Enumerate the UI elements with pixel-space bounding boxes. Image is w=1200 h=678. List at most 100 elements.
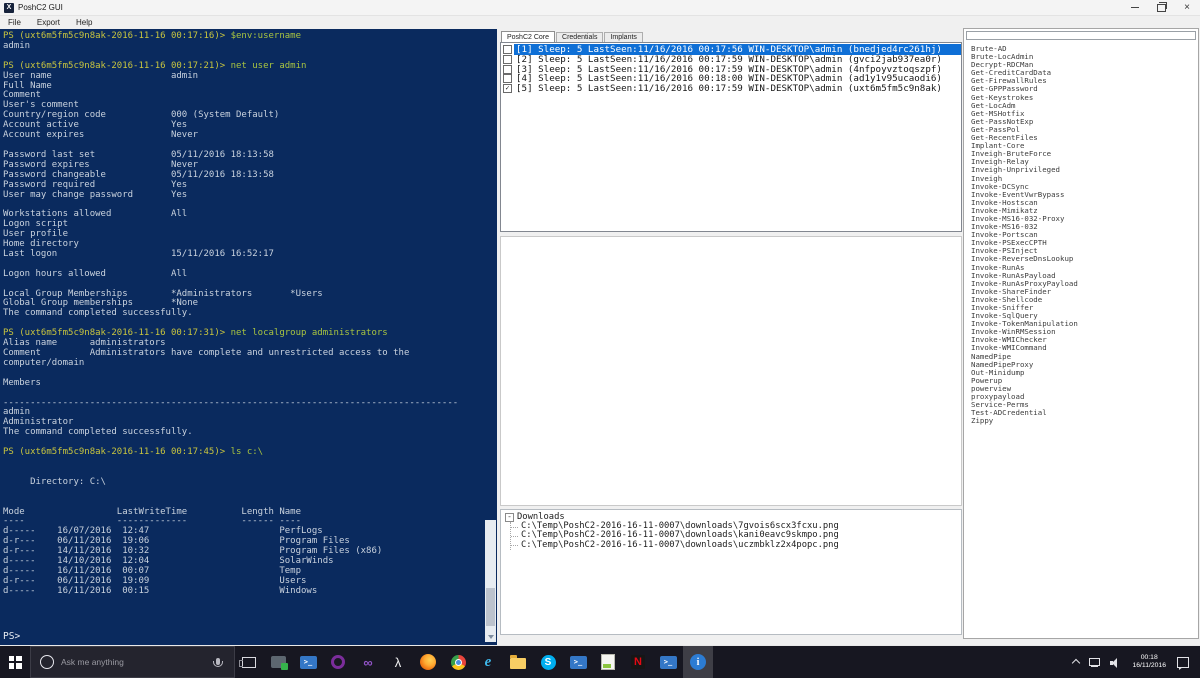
console-line: Logon script bbox=[3, 220, 484, 230]
taskbar-app-internet-explorer[interactable]: e bbox=[473, 646, 503, 678]
taskbar-app-powershell-3[interactable]: >_ bbox=[653, 646, 683, 678]
console-prompt-text: PS (uxt6m5fm5c9n8ak-2016-11-16 00:17:16)… bbox=[3, 31, 231, 41]
console-line: Workstations allowed All bbox=[3, 210, 484, 220]
implant-row[interactable]: ✓[5] Sleep: 5 LastSeen:11/16/2016 00:17:… bbox=[501, 84, 961, 94]
taskbar-app-netflix[interactable]: N bbox=[623, 646, 653, 678]
implant-label: [5] Sleep: 5 LastSeen:11/16/2016 00:17:5… bbox=[514, 83, 961, 94]
scrollbar-thumb[interactable] bbox=[486, 588, 495, 626]
console-input-prompt[interactable]: PS> bbox=[3, 631, 20, 642]
console-line bbox=[3, 458, 484, 468]
action-center-button[interactable] bbox=[1172, 646, 1194, 678]
taskbar-app-remote-lock[interactable] bbox=[263, 646, 293, 678]
network-status[interactable] bbox=[1084, 646, 1105, 678]
console-command-text: $env:username bbox=[231, 31, 301, 41]
module-item[interactable]: Inveigh-Unprivileged bbox=[971, 166, 1198, 174]
taskbar-app-powershell-1[interactable]: >_ bbox=[293, 646, 323, 678]
module-filter-input[interactable] bbox=[966, 31, 1196, 40]
implant-checkbox[interactable]: ✓ bbox=[503, 84, 512, 93]
powershell-icon: >_ bbox=[300, 656, 317, 669]
console-line bbox=[3, 498, 484, 508]
console-command-text: net user admin bbox=[231, 61, 307, 71]
task-view-button[interactable] bbox=[235, 646, 263, 678]
restore-icon bbox=[1157, 4, 1166, 12]
microphone-icon[interactable] bbox=[216, 658, 220, 665]
tab-credentials[interactable]: Credentials bbox=[556, 32, 603, 42]
tab-strip: PoshC2 CoreCredentialsImplants bbox=[501, 29, 644, 42]
console-line: admin bbox=[3, 408, 484, 418]
module-panel: Brute-ADBrute-LocAdminDecrypt-RDCManGet-… bbox=[963, 28, 1199, 639]
clock-time: 00:18 bbox=[1141, 654, 1158, 662]
tree-collapse-icon[interactable]: - bbox=[505, 513, 514, 522]
volume-icon bbox=[1110, 658, 1121, 667]
chevron-up-icon bbox=[1072, 659, 1080, 667]
module-item[interactable]: Zippy bbox=[971, 417, 1198, 425]
minimize-button[interactable] bbox=[1122, 0, 1148, 15]
poshc2-gui-window: X PoshC2 GUI × FileExportHelp PS (uxt6m5… bbox=[0, 0, 1200, 645]
console-line: PS (uxt6m5fm5c9n8ak-2016-11-16 00:17:45)… bbox=[3, 448, 484, 458]
visualstudio-icon: ∞ bbox=[363, 655, 372, 670]
tray-overflow-button[interactable] bbox=[1068, 646, 1084, 678]
taskbar-app-notepad[interactable] bbox=[593, 646, 623, 678]
ie-icon: e bbox=[485, 654, 492, 671]
implant-checkbox[interactable] bbox=[503, 65, 512, 74]
console-line: computer/domain bbox=[3, 359, 484, 369]
notepad-icon bbox=[601, 654, 615, 670]
network-icon bbox=[1089, 658, 1100, 666]
console-scrollbar[interactable] bbox=[485, 520, 496, 642]
start-button[interactable] bbox=[0, 646, 30, 678]
console-line: d----- 16/11/2016 00:15 Windows bbox=[3, 587, 484, 597]
download-item[interactable]: C:\Temp\PoshC2-2016-16-11-0007\downloads… bbox=[511, 541, 961, 550]
download-list: C:\Temp\PoshC2-2016-16-11-0007\downloads… bbox=[510, 522, 961, 550]
tab-poshc2-core[interactable]: PoshC2 Core bbox=[501, 31, 555, 42]
console-output: PS (uxt6m5fm5c9n8ak-2016-11-16 00:17:16)… bbox=[3, 32, 484, 597]
taskbar-app-firefox[interactable] bbox=[413, 646, 443, 678]
console-line: Members bbox=[3, 379, 484, 389]
console-line: Account expires Never bbox=[3, 131, 484, 141]
module-item[interactable]: Out-Minidump bbox=[971, 369, 1198, 377]
menu-file[interactable]: File bbox=[0, 18, 29, 27]
close-button[interactable]: × bbox=[1174, 0, 1200, 15]
module-list: Brute-ADBrute-LocAdminDecrypt-RDCManGet-… bbox=[964, 43, 1198, 638]
taskbar-app-file-explorer[interactable] bbox=[503, 646, 533, 678]
downloads-panel: - Downloads C:\Temp\PoshC2-2016-16-11-00… bbox=[500, 509, 962, 635]
purplering-icon bbox=[331, 655, 345, 669]
taskbar-app-powershell-2[interactable]: >_ bbox=[563, 646, 593, 678]
console-line: ----------------------------------------… bbox=[3, 399, 484, 409]
menu-export[interactable]: Export bbox=[29, 18, 68, 27]
taskbar-app-chrome[interactable] bbox=[443, 646, 473, 678]
minimize-icon bbox=[1131, 7, 1139, 8]
taskbar-app-visual-studio[interactable]: ∞ bbox=[353, 646, 383, 678]
taskbar-app-skype[interactable]: S bbox=[533, 646, 563, 678]
menubar: FileExportHelp bbox=[0, 16, 1200, 28]
console-prompt-text: PS (uxt6m5fm5c9n8ak-2016-11-16 00:17:31)… bbox=[3, 328, 231, 338]
taskbar-app-poshc2[interactable]: i bbox=[683, 646, 713, 678]
lock-icon bbox=[271, 656, 286, 668]
taskbar-app-lambda[interactable]: λ bbox=[383, 646, 413, 678]
menu-help[interactable]: Help bbox=[68, 18, 100, 27]
app-icon: X bbox=[4, 3, 14, 13]
window-title: PoshC2 GUI bbox=[18, 3, 63, 12]
tab-implants[interactable]: Implants bbox=[604, 32, 642, 42]
volume-status[interactable] bbox=[1105, 646, 1126, 678]
netflix-icon: N bbox=[631, 655, 645, 669]
implant-checkbox[interactable] bbox=[503, 55, 512, 64]
clock-date: 16/11/2016 bbox=[1132, 662, 1166, 670]
maximize-button[interactable] bbox=[1148, 0, 1174, 15]
console-line: Directory: C:\ bbox=[3, 478, 484, 488]
console-line: Last logon 15/11/2016 16:52:17 bbox=[3, 250, 484, 260]
module-item[interactable]: Test-ADCredential bbox=[971, 409, 1198, 417]
console-panel[interactable]: PS (uxt6m5fm5c9n8ak-2016-11-16 00:17:16)… bbox=[0, 29, 497, 645]
console-line bbox=[3, 369, 484, 379]
chrome-icon bbox=[451, 655, 466, 670]
cortana-search-box[interactable]: Ask me anything bbox=[30, 646, 235, 678]
implant-checkbox[interactable] bbox=[503, 45, 512, 54]
taskbar-clock[interactable]: 00:18 16/11/2016 bbox=[1126, 654, 1172, 669]
console-line: The command completed successfully. bbox=[3, 309, 484, 319]
console-prompt-text: PS (uxt6m5fm5c9n8ak-2016-11-16 00:17:21)… bbox=[3, 61, 231, 71]
chevron-down-icon bbox=[488, 635, 494, 639]
scroll-down-button[interactable] bbox=[485, 631, 496, 642]
implant-checkbox[interactable] bbox=[503, 74, 512, 83]
search-placeholder: Ask me anything bbox=[61, 657, 216, 667]
taskbar-app-purple-ring[interactable] bbox=[323, 646, 353, 678]
action-center-icon bbox=[1177, 657, 1189, 668]
